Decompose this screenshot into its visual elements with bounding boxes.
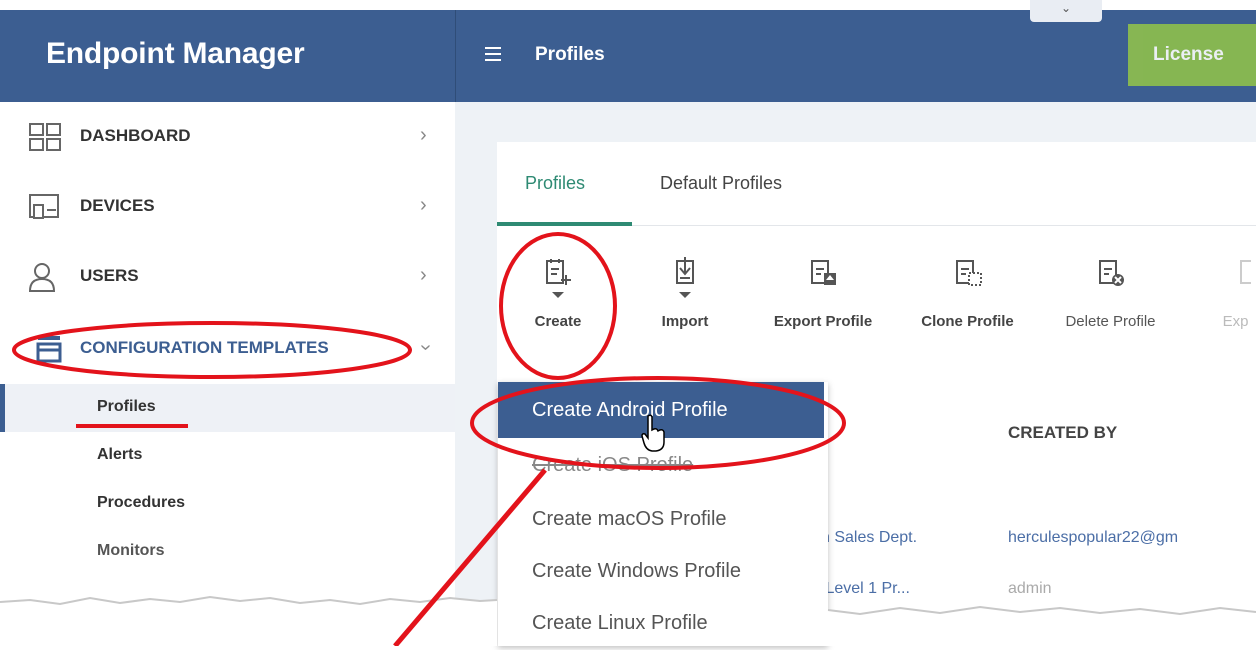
pointer-arrow-annotation bbox=[393, 468, 547, 646]
annotation-overlay bbox=[12, 232, 846, 646]
android-profile-highlight-ellipse bbox=[470, 376, 846, 470]
create-highlight-circle bbox=[499, 232, 617, 380]
config-templates-highlight-ellipse bbox=[12, 321, 412, 379]
